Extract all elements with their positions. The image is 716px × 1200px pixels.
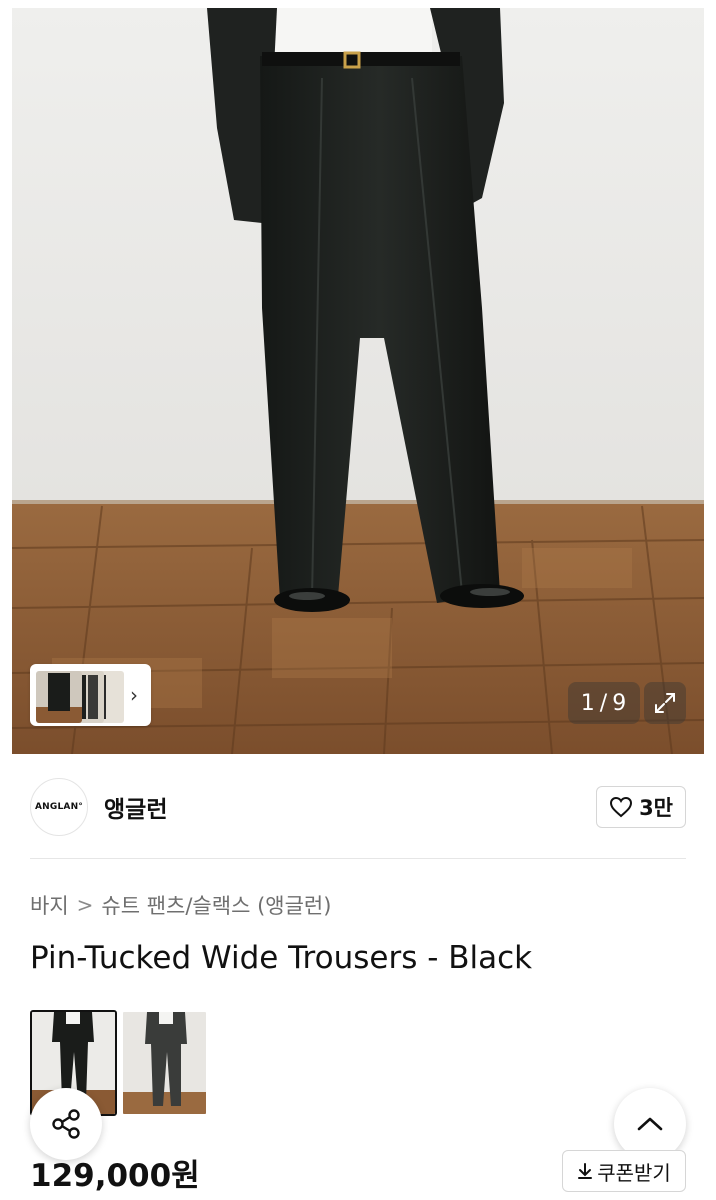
image-counter: 1 / 9 xyxy=(568,682,640,724)
like-count: 3만 xyxy=(639,796,673,820)
breadcrumb-item-slacks[interactable]: 슈트 팬츠/슬랙스 (앵글런) xyxy=(101,890,331,920)
counter-separator: / xyxy=(599,690,609,716)
product-photo xyxy=(12,8,704,754)
expand-button[interactable] xyxy=(644,682,686,724)
expand-icon xyxy=(655,693,675,713)
counter-current: 1 xyxy=(580,690,596,716)
download-icon xyxy=(578,1163,593,1179)
breadcrumb: 바지 > 슈트 팬츠/슬랙스 (앵글런) xyxy=(30,890,331,920)
variant-charcoal-image xyxy=(123,1012,206,1114)
gallery-thumbnail-strip[interactable]: › xyxy=(30,664,151,726)
chevron-up-icon xyxy=(637,1117,663,1131)
product-page: › 1 / 9 ANGLAN° 앵글런 3만 바지 > 슈트 팬츠/슬랙스 (앵… xyxy=(0,0,716,1200)
share-icon xyxy=(52,1109,80,1139)
counter-total: 9 xyxy=(612,690,628,716)
product-title: Pin-Tucked Wide Trousers - Black xyxy=(30,940,533,976)
brand-name[interactable]: 앵글런 xyxy=(104,790,167,824)
product-price: 129,000원 xyxy=(30,1158,200,1194)
thumbnail-1 xyxy=(36,671,82,723)
coupon-label: 쿠폰받기 xyxy=(597,1160,671,1185)
breadcrumb-separator-icon: > xyxy=(76,893,94,917)
brand-logo[interactable]: ANGLAN° xyxy=(30,778,88,836)
divider xyxy=(30,858,686,859)
breadcrumb-item-pants[interactable]: 바지 xyxy=(30,890,69,920)
thumbnail-stack xyxy=(34,668,124,723)
like-button[interactable]: 3만 xyxy=(596,786,686,828)
chevron-right-icon: › xyxy=(130,683,138,707)
variant-charcoal[interactable] xyxy=(121,1010,208,1116)
coupon-button[interactable]: 쿠폰받기 xyxy=(562,1150,686,1192)
product-main-image[interactable]: › 1 / 9 xyxy=(12,8,704,754)
heart-icon xyxy=(610,796,633,818)
brand-row: ANGLAN° 앵글런 3만 xyxy=(30,778,686,836)
